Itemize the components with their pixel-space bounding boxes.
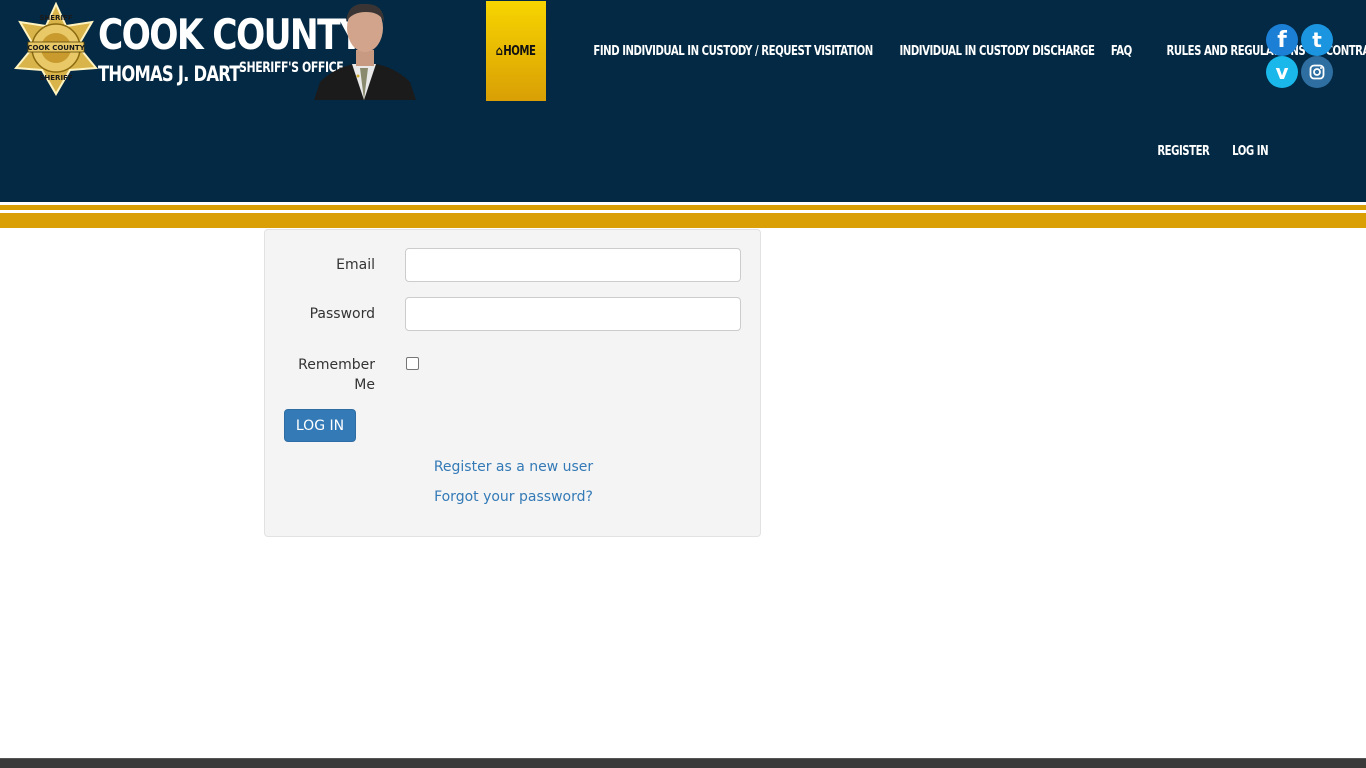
svg-text:SHERIFF: SHERIFF [39, 14, 72, 22]
register-link[interactable]: Register as a new user [265, 459, 762, 475]
main-nav: ⌂HOME FIND INDIVIDUAL IN CUSTODY / REQUE… [486, 1, 1366, 101]
site-logo[interactable]: SHERIFF COOK COUNTY SHERIFF COOK COUNTY … [14, 2, 416, 100]
brand-subtitle: THOMAS J. DART [98, 62, 240, 86]
twitter-icon[interactable]: t [1301, 24, 1333, 56]
svg-text:COOK COUNTY: COOK COUNTY [27, 44, 85, 52]
facebook-icon[interactable]: f [1266, 24, 1298, 56]
login-panel: Email Password Remember Me LOG IN Regist… [264, 229, 761, 537]
vimeo-icon[interactable]: v [1266, 56, 1298, 88]
remember-me-checkbox[interactable] [406, 357, 419, 370]
nav-find-individual-label: FIND INDIVIDUAL IN CUSTODY / REQUEST VIS… [593, 43, 873, 59]
nav-discharge[interactable]: INDIVIDUAL IN CUSTODY DISCHARGE [864, 1, 1130, 101]
password-field[interactable] [405, 297, 741, 331]
nav-register-label: REGISTER [1157, 143, 1210, 159]
home-icon: ⌂ [496, 43, 503, 59]
instagram-icon[interactable] [1301, 56, 1333, 88]
login-button[interactable]: LOG IN [284, 409, 356, 442]
remember-label-line1: Remember [298, 357, 375, 373]
nav-register[interactable]: REGISTER [1142, 140, 1225, 162]
nav-login-label: LOG IN [1231, 143, 1268, 159]
nav-login[interactable]: LOG IN [1219, 140, 1281, 162]
sheriff-portrait [314, 3, 416, 100]
nav-discharge-label: INDIVIDUAL IN CUSTODY DISCHARGE [899, 43, 1095, 59]
password-label: Password [309, 306, 375, 322]
site-header: SHERIFF COOK COUNTY SHERIFF COOK COUNTY … [0, 0, 1366, 202]
email-field[interactable] [405, 248, 741, 282]
nav-faq[interactable]: FAQ [1100, 1, 1143, 101]
nav-home[interactable]: ⌂HOME [486, 1, 546, 101]
svg-text:SHERIFF: SHERIFF [39, 74, 72, 82]
account-nav: REGISTER LOG IN [1142, 140, 1281, 162]
gold-stripe-bottom [0, 213, 1366, 228]
social-links: f t v [1266, 24, 1336, 90]
forgot-password-link[interactable]: Forgot your password? [265, 489, 762, 505]
nav-home-label: HOME [503, 43, 537, 59]
email-label: Email [336, 257, 375, 273]
sheriff-badge-icon: SHERIFF COOK COUNTY SHERIFF [14, 2, 98, 96]
remember-label-line2: Me [354, 377, 375, 393]
footer-bar [0, 758, 1366, 768]
nav-faq-label: FAQ [1111, 43, 1132, 59]
remember-me-label: Remember Me [298, 355, 375, 395]
